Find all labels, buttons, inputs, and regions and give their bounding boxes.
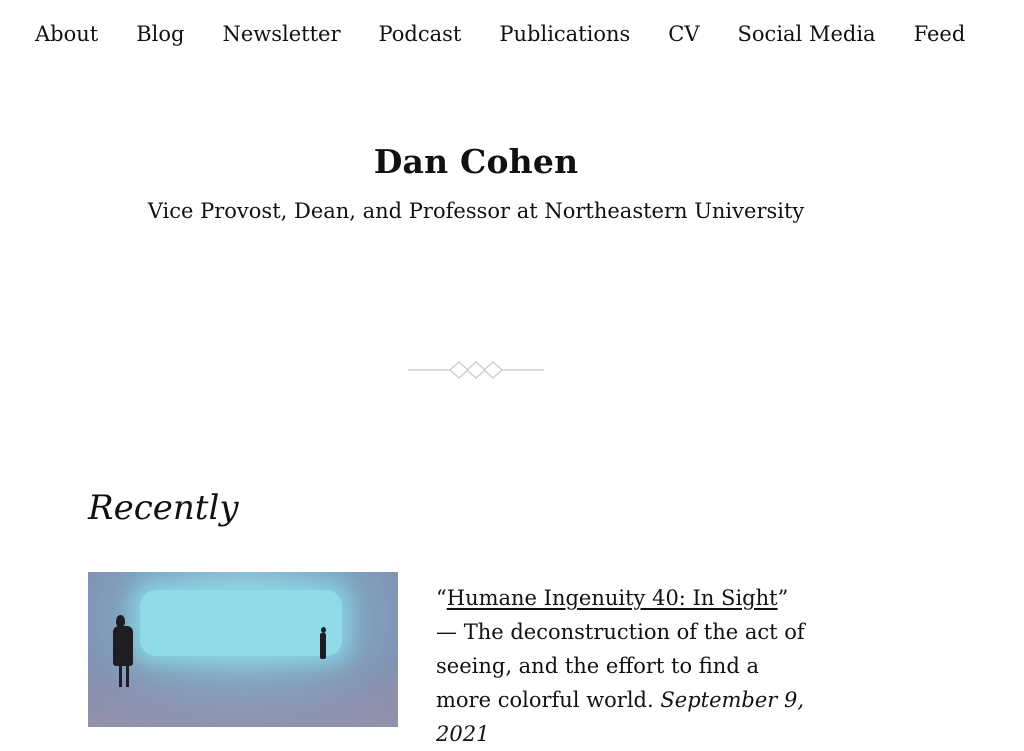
recently-heading: Recently: [88, 488, 239, 528]
recent-post-item: “Humane Ingenuity 40: In Sight” — The de…: [88, 572, 806, 751]
nav-link-newsletter[interactable]: Newsletter: [222, 18, 340, 50]
post-summary: “Humane Ingenuity 40: In Sight” — The de…: [436, 581, 806, 751]
main-nav: About Blog Newsletter Podcast Publicatio…: [35, 18, 1003, 50]
nav-link-blog[interactable]: Blog: [136, 18, 184, 50]
nav-link-publications[interactable]: Publications: [499, 18, 630, 50]
site-subtitle: Vice Provost, Dean, and Professor at Nor…: [147, 199, 805, 223]
site-header: Dan Cohen Vice Provost, Dean, and Profes…: [0, 140, 952, 226]
nav-link-podcast[interactable]: Podcast: [379, 18, 462, 50]
thumbnail-person-left-legs: [119, 665, 122, 687]
thumbnail-person-left-body: [113, 626, 133, 666]
post-thumbnail-image[interactable]: [88, 572, 398, 727]
nav-link-about[interactable]: About: [35, 18, 98, 50]
post-title-link[interactable]: Humane Ingenuity 40: In Sight: [447, 586, 778, 610]
nav-link-social-media[interactable]: Social Media: [738, 18, 876, 50]
site-title: Dan Cohen: [373, 142, 579, 181]
nav-link-cv[interactable]: CV: [668, 18, 699, 50]
nav-link-feed[interactable]: Feed: [914, 18, 966, 50]
thumbnail-person-left-legs2: [126, 665, 129, 687]
ornamental-divider: [408, 360, 544, 380]
open-quote: “: [436, 586, 447, 610]
thumbnail-light-panel: [140, 590, 342, 656]
thumbnail-floor: [88, 657, 398, 727]
thumbnail-person-right-body: [320, 633, 326, 659]
